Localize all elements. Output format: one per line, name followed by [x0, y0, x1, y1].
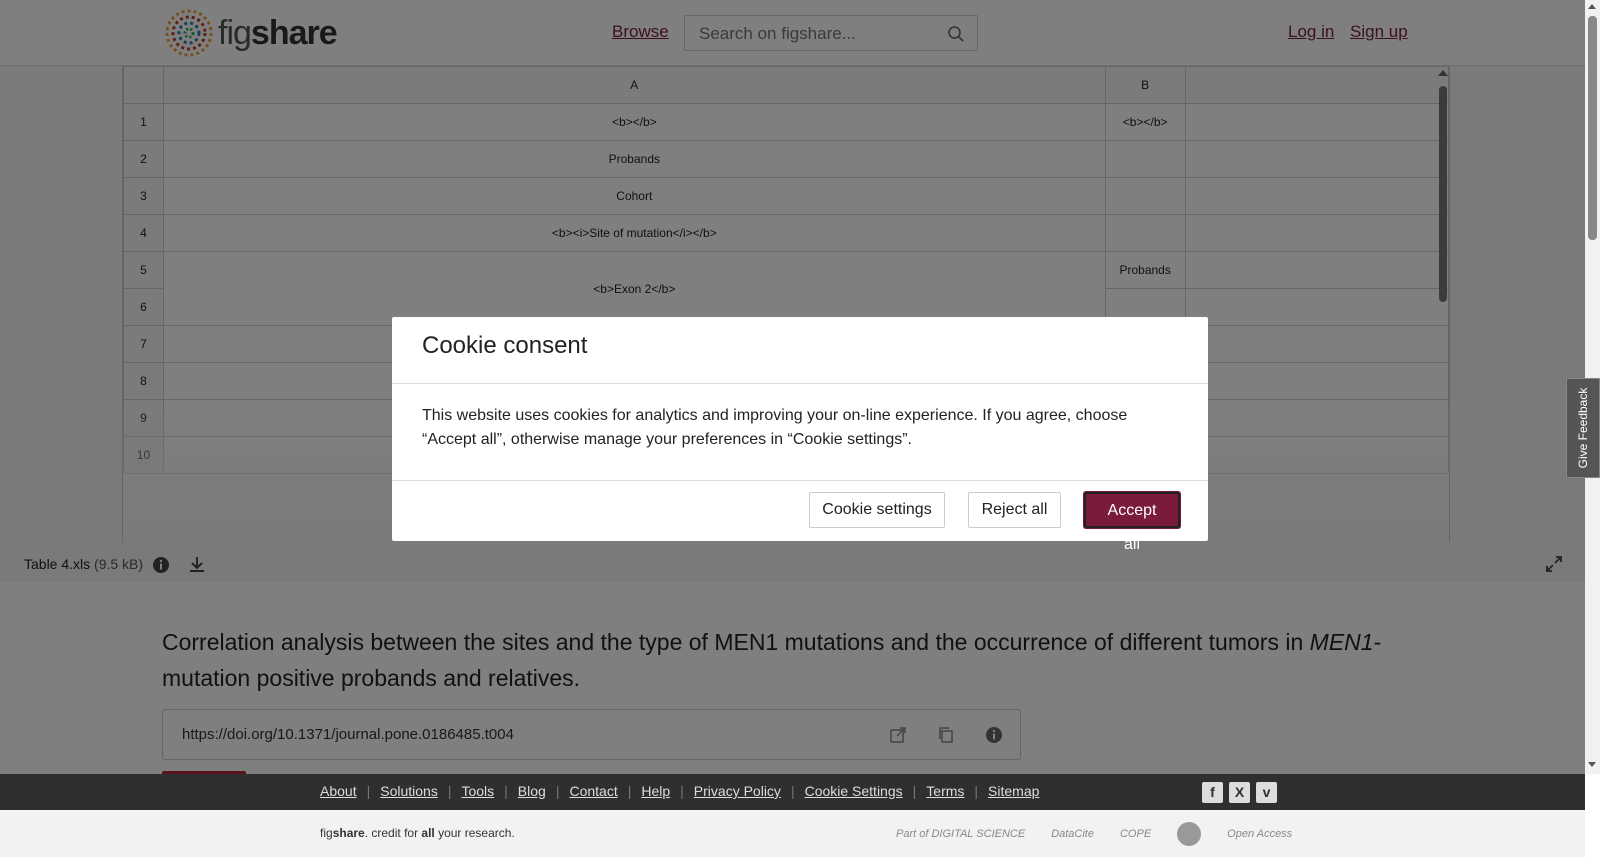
cookie-settings-button[interactable]: Cookie settings [809, 492, 945, 528]
dialog-footer: Cookie settings Reject all Accept all [392, 481, 1208, 553]
scroll-down-icon[interactable] [1588, 762, 1596, 767]
reject-all-button[interactable]: Reject all [968, 492, 1061, 528]
dialog-header: Cookie consent [392, 317, 1208, 384]
footer-dim [0, 774, 1585, 857]
give-feedback-tab[interactable]: Give Feedback [1566, 378, 1600, 478]
accept-all-button[interactable]: Accept all [1084, 492, 1180, 553]
give-feedback-label: Give Feedback [1576, 387, 1590, 469]
scroll-up-icon[interactable] [1588, 4, 1596, 9]
page-scroll-thumb[interactable] [1588, 16, 1597, 240]
dialog-message: This website uses cookies for analytics … [422, 407, 1128, 448]
cookie-consent-dialog: Cookie consent This website uses cookies… [392, 317, 1208, 553]
dialog-body: This website uses cookies for analytics … [392, 384, 1208, 481]
dialog-title: Cookie consent [422, 332, 588, 359]
